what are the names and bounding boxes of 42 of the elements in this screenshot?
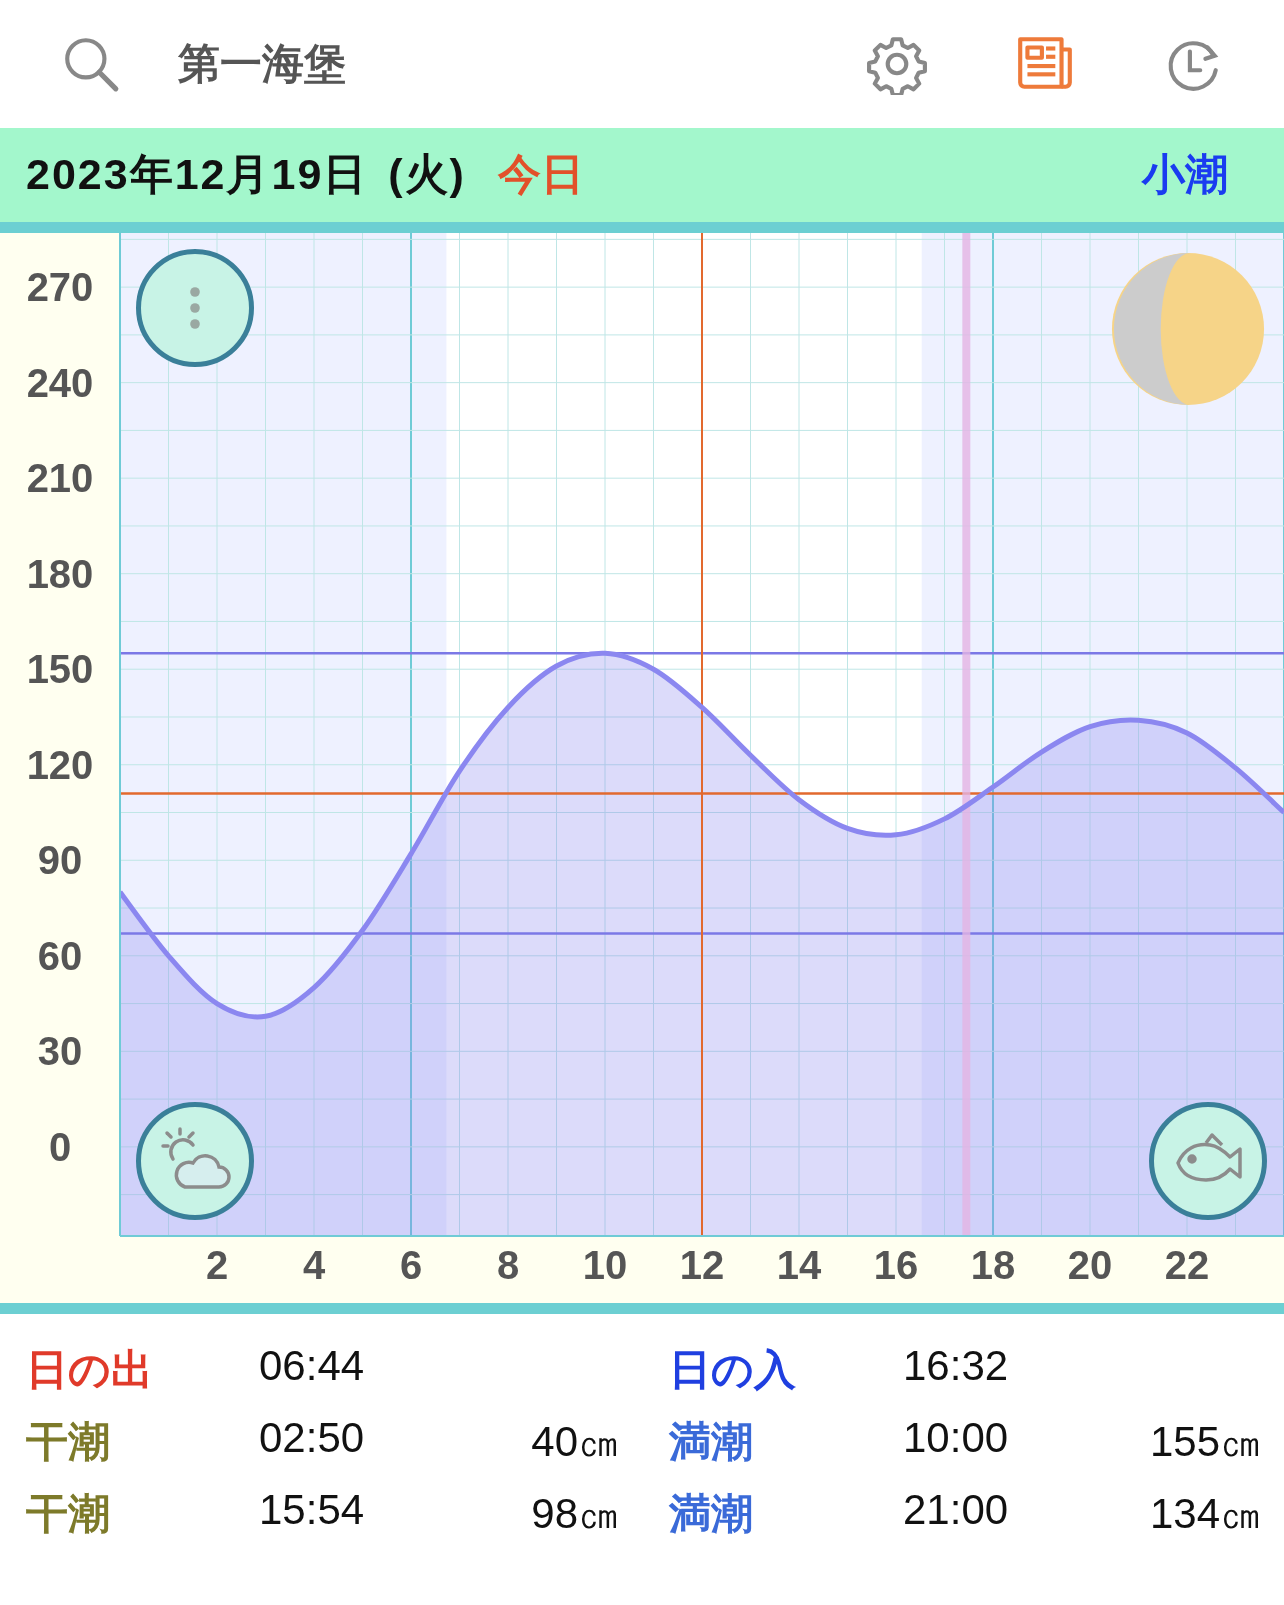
x-tick-label: 16 — [873, 1243, 919, 1287]
event-label: 満潮 — [669, 1417, 754, 1467]
x-tick-label: 22 — [1164, 1243, 1210, 1287]
tide-height: 40㎝ — [530, 1417, 621, 1467]
y-tick-label: 180 — [26, 551, 94, 596]
y-tick-label: 60 — [37, 933, 83, 978]
x-tick-label: 6 — [399, 1243, 423, 1287]
event-label: 干潮 — [26, 1417, 111, 1467]
today-label: 今日 — [497, 149, 585, 200]
event-label: 日の入 — [669, 1345, 797, 1395]
x-tick-label: 10 — [582, 1243, 628, 1287]
event-time: 10:00 — [903, 1414, 1010, 1463]
x-tick-label: 12 — [679, 1243, 725, 1287]
x-tick-label: 18 — [970, 1243, 1016, 1287]
tide-type-label: 小潮 — [1142, 149, 1228, 200]
y-tick-label: 210 — [26, 456, 94, 501]
y-tick-label: 120 — [26, 742, 94, 787]
event-time: 06:44 — [259, 1342, 366, 1391]
event-time: 21:00 — [903, 1486, 1010, 1535]
moon-phase-icon — [1110, 251, 1266, 407]
y-tick-label: 90 — [37, 838, 83, 883]
x-tick-label: 2 — [205, 1243, 229, 1287]
x-tick-label: 8 — [496, 1243, 520, 1287]
y-tick-label: 240 — [26, 360, 94, 405]
y-tick-label: 0 — [48, 1124, 72, 1169]
event-label: 干潮 — [26, 1489, 111, 1539]
x-tick-label: 20 — [1067, 1243, 1113, 1287]
y-tick-label: 270 — [26, 265, 94, 310]
event-label: 日の出 — [26, 1345, 154, 1395]
date-label: 2023年12月19日 (火) — [26, 149, 466, 200]
y-tick-label: 30 — [37, 1029, 83, 1074]
x-tick-label: 4 — [302, 1243, 326, 1287]
tide-height: 155㎝ — [1148, 1417, 1263, 1467]
y-tick-label: 150 — [26, 647, 94, 692]
tide-height: 134㎝ — [1148, 1489, 1263, 1539]
event-label: 満潮 — [669, 1489, 754, 1539]
x-tick-label: 14 — [776, 1243, 822, 1287]
location-title[interactable]: 第一海堡 — [178, 36, 866, 92]
event-time: 02:50 — [259, 1414, 366, 1463]
tide-height: 98㎝ — [530, 1489, 621, 1539]
event-time: 15:54 — [259, 1486, 366, 1535]
event-time: 16:32 — [903, 1342, 1010, 1391]
